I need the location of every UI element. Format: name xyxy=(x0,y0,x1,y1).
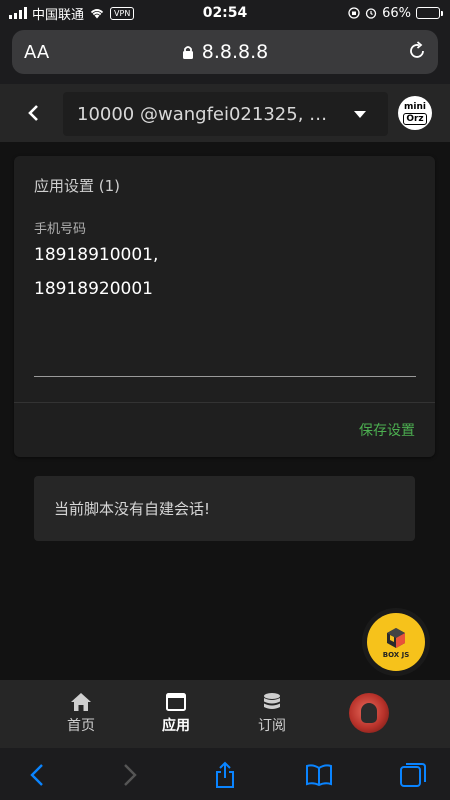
alarm-icon xyxy=(365,8,377,19)
bottom-navigation: 首页 应用 订阅 xyxy=(0,680,450,748)
share-button[interactable] xyxy=(210,760,240,790)
phone-number-textarea[interactable]: 18918910001, 18918920001 xyxy=(34,238,416,306)
session-selector-value: 10000 @wangfei021325, @c... xyxy=(77,103,339,125)
logo-line1: mini xyxy=(404,101,426,112)
box-icon xyxy=(387,627,405,648)
browser-forward-button[interactable] xyxy=(115,760,145,790)
cellular-signal-icon xyxy=(9,7,27,19)
carrier-name: 中国联通 xyxy=(32,7,85,23)
battery-percent: 66% xyxy=(382,5,411,21)
no-session-notice: 当前脚本没有自建会话! xyxy=(34,476,415,541)
safari-toolbar xyxy=(0,748,450,800)
home-icon xyxy=(71,693,91,711)
tabs-icon xyxy=(400,763,426,787)
bookmarks-button[interactable] xyxy=(304,760,334,790)
address-bar[interactable]: AA 8.8.8.8 xyxy=(12,30,438,74)
vpn-badge: VPN xyxy=(110,6,135,20)
nav-apps-label: 应用 xyxy=(162,718,190,734)
nav-home-label: 首页 xyxy=(67,718,95,734)
orientation-lock-icon xyxy=(348,7,360,19)
user-avatar[interactable] xyxy=(349,693,389,733)
nav-subscriptions-label: 订阅 xyxy=(258,718,286,734)
safari-address-area: AA 8.8.8.8 xyxy=(0,26,450,84)
boxjs-logo: BOX JS xyxy=(367,613,425,671)
book-icon xyxy=(306,764,332,787)
browser-back-button[interactable] xyxy=(22,760,52,790)
dropdown-caret-icon xyxy=(354,111,366,118)
window-icon xyxy=(166,693,186,711)
save-settings-button[interactable]: 保存设置 xyxy=(359,420,415,440)
tabs-button[interactable] xyxy=(398,760,428,790)
url-display: 8.8.8.8 xyxy=(12,41,438,63)
chevron-left-icon xyxy=(30,764,43,786)
nav-home[interactable]: 首页 xyxy=(51,692,111,735)
card-title: 应用设置 (1) xyxy=(34,177,121,195)
reload-icon[interactable] xyxy=(406,40,428,62)
chevron-right-icon xyxy=(124,764,137,786)
app-settings-card: 应用设置 (1) 手机号码 18918910001, 18918920001 保… xyxy=(14,156,435,457)
app-header: 10000 @wangfei021325, @c... mini Orz xyxy=(0,84,450,142)
card-divider xyxy=(14,402,435,403)
share-icon xyxy=(216,761,234,788)
textarea-underline xyxy=(34,376,416,377)
wifi-icon xyxy=(90,9,104,19)
lock-icon xyxy=(182,45,193,59)
chevron-left-icon xyxy=(28,105,38,121)
back-button[interactable] xyxy=(20,99,48,127)
database-icon xyxy=(264,693,280,709)
nav-apps[interactable]: 应用 xyxy=(146,692,206,735)
logo-line2: Orz xyxy=(403,112,427,125)
mini-orz-logo[interactable]: mini Orz xyxy=(398,96,432,130)
phone-number-line-2: 18918920001 xyxy=(34,279,153,299)
boxjs-label: BOX JS xyxy=(382,650,410,659)
url-text: 8.8.8.8 xyxy=(201,41,269,63)
phone-number-label: 手机号码 xyxy=(34,222,87,237)
phone-number-line-1: 18918910001, xyxy=(34,245,159,265)
nav-subscriptions[interactable]: 订阅 xyxy=(242,692,302,735)
battery-icon xyxy=(416,7,443,19)
status-bar: 中国联通 VPN 02:54 66% xyxy=(0,0,450,26)
session-selector[interactable]: 10000 @wangfei021325, @c... xyxy=(63,92,388,136)
boxjs-fab-button[interactable]: BOX JS xyxy=(362,608,430,676)
